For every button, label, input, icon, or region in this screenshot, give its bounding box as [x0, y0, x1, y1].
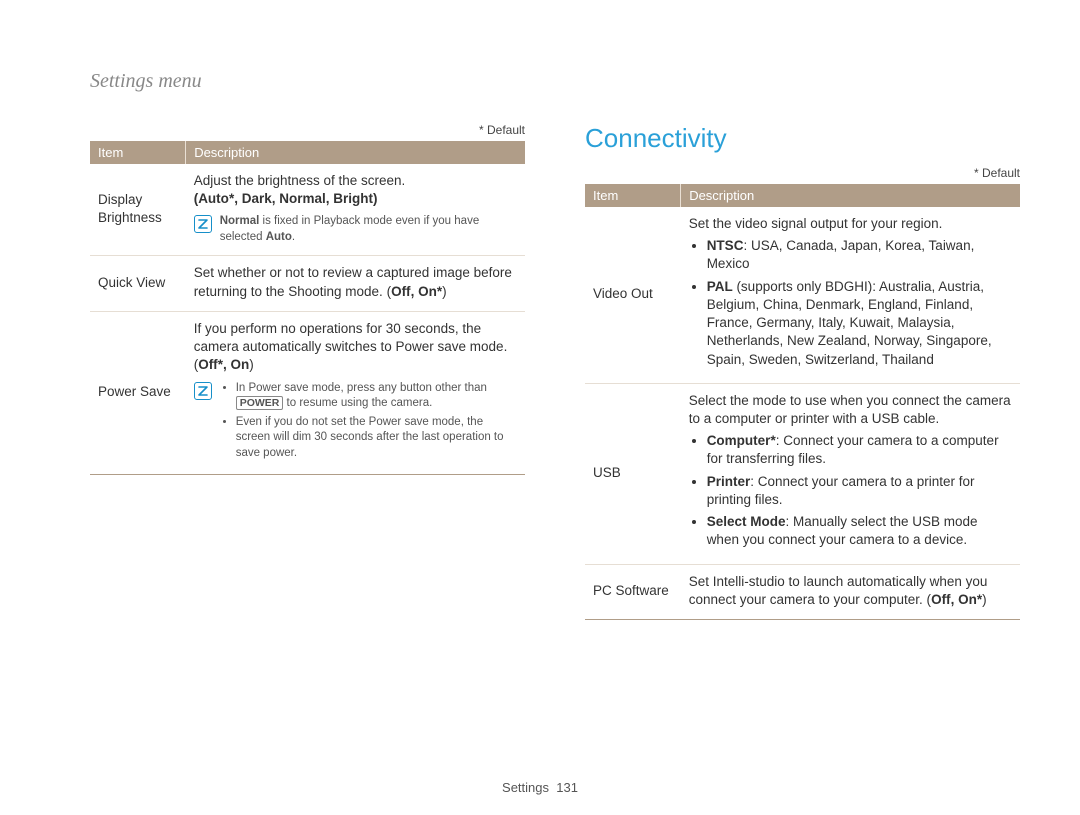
note-bullet: Even if you do not set the Power save mo… — [236, 415, 517, 462]
table-row: Power Save If you perform no operations … — [90, 311, 525, 474]
note-bold-auto: Auto — [266, 231, 292, 243]
left-column: * Default Item Description Display Brigh… — [90, 123, 525, 620]
option-on: On — [958, 592, 982, 607]
table-row: USB Select the mode to use when you conn… — [585, 383, 1020, 564]
item-cell: Power Save — [90, 311, 186, 474]
option-normal: Normal — [279, 191, 326, 206]
option-on: On — [230, 357, 249, 372]
note-icon — [194, 382, 212, 400]
breadcrumb: Settings menu — [90, 70, 1020, 93]
note-box: Normal is fixed in Playback mode even if… — [194, 214, 517, 245]
table-header-row: Item Description — [585, 184, 1020, 207]
list-item: PAL (supports only BDGHI): Australia, Au… — [707, 278, 1012, 369]
list-item: Printer: Connect your camera to a printe… — [707, 473, 1012, 509]
right-column: Connectivity * Default Item Description … — [585, 123, 1020, 620]
table-row: PC Software Set Intelli-studio to launch… — [585, 564, 1020, 619]
description-cell: Set whether or not to review a captured … — [186, 256, 525, 311]
options-suffix: ) — [442, 284, 447, 299]
note-tail: . — [292, 231, 295, 243]
bullet-list: Computer: Connect your camera to a compu… — [689, 432, 1012, 549]
options-suffix: ) — [982, 592, 987, 607]
item-cell: Video Out — [585, 207, 681, 383]
lead-text: Select the mode to use when you connect … — [689, 393, 1011, 426]
bullet-label: PAL — [707, 279, 733, 294]
list-item: NTSC: USA, Canada, Japan, Korea, Taiwan,… — [707, 237, 1012, 273]
content-columns: * Default Item Description Display Brigh… — [90, 123, 1020, 620]
note-bold-normal: Normal — [220, 215, 260, 227]
item-cell: PC Software — [585, 564, 681, 619]
option-on: On — [418, 284, 442, 299]
lead-text: Set the video signal output for your reg… — [689, 216, 943, 231]
option-off: Off — [198, 357, 223, 372]
options-suffix: ) — [249, 357, 254, 372]
col-header-item: Item — [90, 141, 186, 164]
options-group: Off, On — [931, 592, 982, 607]
description-cell: Set Intelli-studio to launch automatical… — [681, 564, 1020, 619]
note-box: In Power save mode, press any button oth… — [194, 381, 517, 465]
option-off: Off — [391, 284, 411, 299]
option-bright: Bright — [333, 191, 373, 206]
bullet-text: : USA, Canada, Japan, Korea, Taiwan, Mex… — [707, 238, 975, 271]
page-footer: Settings 131 — [0, 780, 1080, 795]
table-row: Video Out Set the video signal output fo… — [585, 207, 1020, 383]
note-text: In Power save mode, press any button oth… — [220, 381, 517, 465]
note-mid: is fixed in Playback mode even if you ha… — [220, 215, 480, 243]
manual-page: Settings menu * Default Item Description… — [0, 0, 1080, 815]
bullet-list: NTSC: USA, Canada, Japan, Korea, Taiwan,… — [689, 237, 1012, 369]
section-heading-connectivity: Connectivity — [585, 123, 1020, 154]
description-cell: Set the video signal output for your reg… — [681, 207, 1020, 383]
list-item: Computer: Connect your camera to a compu… — [707, 432, 1012, 468]
bullet-paren: (supports only BDGHI) — [733, 279, 873, 294]
description-cell: If you perform no operations for 30 seco… — [186, 311, 525, 474]
option-dark: Dark — [242, 191, 272, 206]
settings-table-left: Item Description Display Brightness Adju… — [90, 141, 525, 475]
lead-text: Set whether or not to review a captured … — [194, 265, 512, 298]
options-group: Off, On — [391, 284, 442, 299]
table-row: Display Brightness Adjust the brightness… — [90, 164, 525, 256]
option-auto: Auto — [198, 191, 234, 206]
bullet-label: Select Mode — [707, 514, 786, 529]
col-header-item: Item — [585, 184, 681, 207]
table-row: Quick View Set whether or not to review … — [90, 256, 525, 311]
power-key: POWER — [236, 396, 284, 410]
bullet-label: Computer — [707, 433, 776, 448]
note-bullet-pre: In Power save mode, press any button oth… — [236, 382, 487, 394]
bullet-label: Printer — [707, 474, 751, 489]
item-cell: Quick View — [90, 256, 186, 311]
note-bullet: In Power save mode, press any button oth… — [236, 381, 517, 412]
bullet-label: NTSC — [707, 238, 744, 253]
description-cell: Select the mode to use when you connect … — [681, 383, 1020, 564]
table-header-row: Item Description — [90, 141, 525, 164]
col-header-description: Description — [681, 184, 1020, 207]
options-group: Off, On — [198, 357, 249, 372]
description-cell: Adjust the brightness of the screen. (Au… — [186, 164, 525, 256]
note-text: Normal is fixed in Playback mode even if… — [220, 214, 517, 245]
list-item: Select Mode: Manually select the USB mod… — [707, 513, 1012, 549]
note-icon — [194, 215, 212, 233]
footer-page-number: 131 — [556, 780, 578, 795]
lead-text: Adjust the brightness of the screen. — [194, 173, 406, 188]
note-bullet-post: to resume using the camera. — [283, 397, 432, 409]
col-header-description: Description — [186, 141, 525, 164]
footer-section: Settings — [502, 780, 549, 795]
item-cell: USB — [585, 383, 681, 564]
default-footnote: * Default — [90, 123, 525, 137]
default-footnote: * Default — [585, 166, 1020, 180]
options-group: (Auto, Dark, Normal, Bright) — [194, 191, 378, 206]
item-cell: Display Brightness — [90, 164, 186, 256]
option-off: Off — [931, 592, 951, 607]
settings-table-right: Item Description Video Out Set the video… — [585, 184, 1020, 620]
